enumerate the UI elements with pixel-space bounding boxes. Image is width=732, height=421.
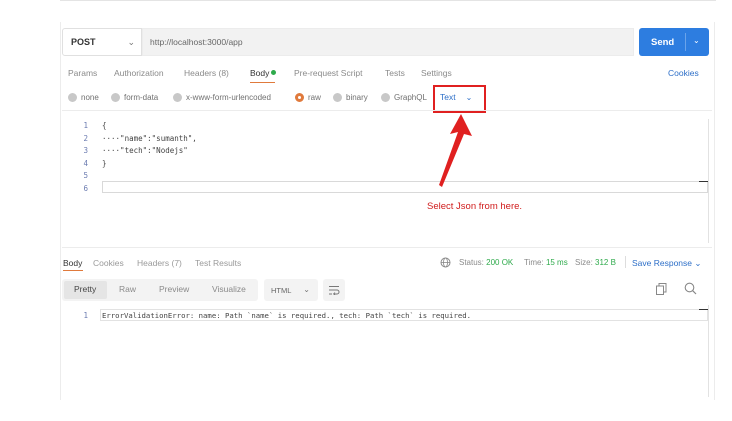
radio-raw[interactable]: raw — [295, 93, 321, 102]
radio-label: none — [81, 93, 99, 102]
chevron-down-icon: ⌄ — [694, 258, 702, 268]
editor-active-line[interactable] — [102, 181, 708, 193]
top-divider — [60, 0, 716, 1]
time-value: 15 ms — [545, 258, 568, 267]
response-tab-body[interactable]: Body — [63, 258, 82, 268]
radio-label: GraphQL — [394, 93, 427, 102]
radio-label: x-www-form-urlencoded — [186, 93, 271, 102]
search-icon[interactable] — [684, 282, 697, 295]
language-label: HTML — [271, 285, 292, 295]
status-label: Status: — [459, 258, 484, 267]
line-number: 5 — [83, 171, 88, 180]
response-tab-test-results[interactable]: Test Results — [195, 258, 241, 268]
radio-graphql[interactable]: GraphQL — [381, 93, 427, 102]
radio-circle — [381, 93, 390, 102]
radio-circle — [173, 93, 182, 102]
radio-label: form-data — [124, 93, 159, 102]
chevron-down-icon[interactable]: ⌄ — [693, 36, 700, 45]
line-number: 1 — [83, 121, 88, 130]
wrap-lines-button[interactable] — [323, 279, 345, 301]
save-response-label: Save Response — [632, 258, 693, 268]
size-value: 312 B — [595, 258, 616, 267]
send-button[interactable]: Send ⌄ — [639, 28, 709, 56]
radio-form-data[interactable]: form-data — [111, 93, 158, 102]
response-line-number: 1 — [83, 311, 88, 320]
response-tab-headers[interactable]: Headers (7) — [137, 258, 182, 268]
arrow-icon — [439, 114, 472, 187]
tab-pre-request-script[interactable]: Pre-request Script — [294, 68, 363, 78]
tab-headers[interactable]: Headers (8) — [184, 68, 229, 78]
tab-tests[interactable]: Tests — [385, 68, 405, 78]
highlight-box — [433, 85, 486, 113]
status-value: 200 OK — [486, 258, 514, 267]
line-number: 6 — [83, 184, 88, 193]
code-line[interactable]: ····"name":"sumanth", — [102, 134, 197, 143]
editor-divider — [62, 110, 712, 111]
tab-body-underline — [250, 82, 275, 83]
format-visualize[interactable]: Visualize — [212, 284, 246, 294]
send-separator — [685, 33, 686, 51]
status-readout[interactable]: Status: 200 OK — [459, 258, 513, 267]
radio-circle-selected — [295, 93, 304, 102]
radio-label: binary — [346, 93, 368, 102]
editor-scrollbar[interactable] — [708, 119, 709, 243]
response-cursor-marker — [699, 309, 708, 310]
time-label: Time: — [524, 258, 544, 267]
response-scrollbar[interactable] — [708, 305, 709, 397]
size-label: Size: — [575, 258, 593, 267]
radio-none[interactable]: none — [68, 93, 99, 102]
radio-circle — [111, 93, 120, 102]
method-label: POST — [71, 37, 96, 47]
response-divider — [62, 247, 712, 248]
copy-icon[interactable] — [656, 283, 667, 295]
response-tab-cookies[interactable]: Cookies — [93, 258, 124, 268]
annotation-text: Select Json from here. — [427, 201, 523, 212]
tab-body[interactable]: Body — [250, 68, 277, 78]
radio-binary[interactable]: binary — [333, 93, 368, 102]
response-tab-body-underline — [63, 270, 83, 271]
send-label: Send — [651, 36, 675, 48]
size-readout[interactable]: Size: 312 B — [575, 258, 616, 267]
line-number: 4 — [83, 159, 88, 168]
status-separator — [625, 256, 626, 268]
editor-cursor-marker — [699, 181, 708, 182]
tab-params[interactable]: Params — [68, 68, 97, 78]
tab-authorization[interactable]: Authorization — [114, 68, 164, 78]
chevron-down-icon: ⌄ — [127, 37, 135, 47]
line-number: 2 — [83, 134, 88, 143]
code-line[interactable]: { — [102, 121, 107, 130]
chevron-down-icon: ⌄ — [303, 285, 310, 294]
pane-border-left — [60, 22, 61, 400]
format-preview[interactable]: Preview — [159, 284, 189, 294]
radio-x-www-form-urlencoded[interactable]: x-www-form-urlencoded — [173, 93, 271, 102]
radio-circle — [68, 93, 77, 102]
url-input[interactable]: http://localhost:3000/app — [142, 28, 634, 56]
response-output[interactable]: ErrorValidationError: name: Path `name` … — [102, 311, 471, 320]
code-line[interactable]: } — [102, 159, 107, 168]
code-line[interactable]: ····"tech":"Nodejs" — [102, 146, 188, 155]
time-readout[interactable]: Time: 15 ms — [524, 258, 568, 267]
format-pretty[interactable]: Pretty — [74, 284, 96, 294]
tab-settings[interactable]: Settings — [421, 68, 452, 78]
radio-label: raw — [308, 93, 321, 102]
line-number: 3 — [83, 146, 88, 155]
save-response-button[interactable]: Save Response ⌄ — [632, 258, 702, 269]
wrap-lines-icon — [329, 286, 340, 295]
method-select[interactable]: POST ⌄ — [62, 28, 142, 56]
format-raw[interactable]: Raw — [119, 284, 136, 294]
url-value: http://localhost:3000/app — [150, 37, 243, 47]
language-select[interactable]: HTML ⌄ — [264, 279, 318, 301]
radio-circle — [333, 93, 342, 102]
body-indicator-dot — [271, 70, 277, 75]
pane-border-right — [714, 22, 715, 400]
cookies-link[interactable]: Cookies — [668, 68, 699, 78]
globe-icon[interactable] — [440, 257, 451, 268]
tab-body-label: Body — [250, 68, 270, 78]
